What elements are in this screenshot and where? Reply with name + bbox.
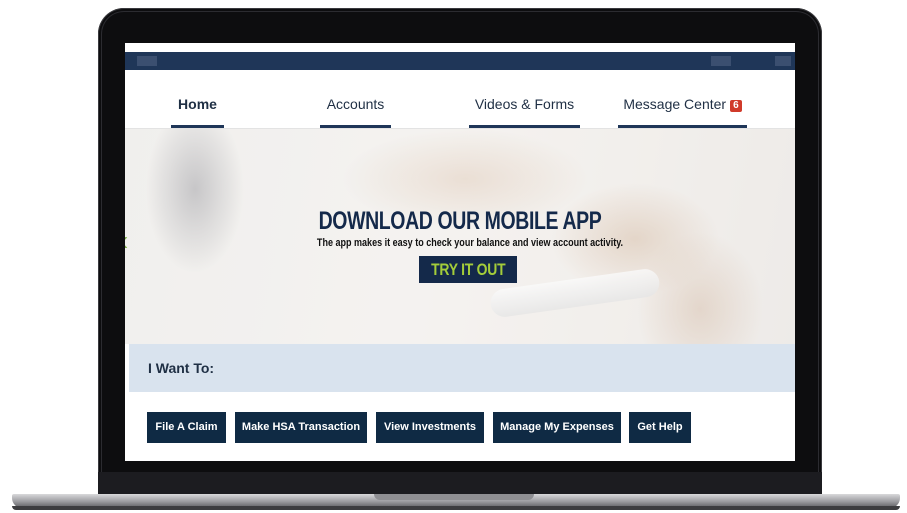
tab-home-underline [171, 125, 224, 128]
message-count-badge: 6 [730, 100, 742, 112]
hero-title: DOWNLOAD OUR MOBILE APP [318, 207, 602, 235]
header-utility-block [711, 56, 731, 66]
header-bar [125, 52, 795, 70]
tab-message-center-label-wrap: Message Center 6 [618, 96, 747, 112]
try-it-out-label: TRY IT OUT [430, 260, 506, 279]
chevron-left-icon[interactable]: ‹ [125, 227, 139, 255]
make-hsa-transaction-button[interactable]: Make HSA Transaction [235, 412, 367, 443]
laptop-base-edge [12, 506, 900, 510]
header-utility-block [775, 56, 791, 66]
tab-videos-forms-underline [469, 125, 580, 128]
laptop-screen: Home Accounts Videos & Forms Message Cen… [125, 43, 795, 461]
manage-my-expenses-button[interactable]: Manage My Expenses [493, 412, 621, 443]
try-it-out-button[interactable]: TRY IT OUT [419, 256, 517, 283]
tab-message-center-underline [618, 125, 747, 128]
header-logo-block [137, 56, 157, 66]
laptop-notch [374, 494, 534, 500]
tab-home-label: Home [178, 96, 217, 112]
hero-banner: ‹ DOWNLOAD OUR MOBILE APP The app makes … [125, 129, 795, 344]
file-a-claim-button[interactable]: File A Claim [147, 412, 226, 443]
tab-videos-forms-label: Videos & Forms [474, 96, 575, 112]
main-nav: Home Accounts Videos & Forms Message Cen… [125, 70, 795, 129]
tab-home[interactable]: Home [171, 70, 224, 128]
tab-accounts[interactable]: Accounts [320, 70, 391, 128]
tab-accounts-label: Accounts [326, 96, 385, 112]
view-investments-button[interactable]: View Investments [376, 412, 484, 443]
i-want-to-label: I Want To: [148, 360, 215, 376]
i-want-to-band: I Want To: [129, 344, 795, 392]
hero-subtitle: The app makes it easy to check your bala… [316, 237, 624, 249]
tab-accounts-underline [320, 125, 391, 128]
tab-message-center[interactable]: Message Center 6 [618, 70, 747, 128]
get-help-button[interactable]: Get Help [629, 412, 691, 443]
laptop-bezel-bottom [98, 472, 822, 496]
tab-videos-forms[interactable]: Videos & Forms [469, 70, 580, 128]
tab-message-center-label: Message Center [623, 96, 727, 112]
